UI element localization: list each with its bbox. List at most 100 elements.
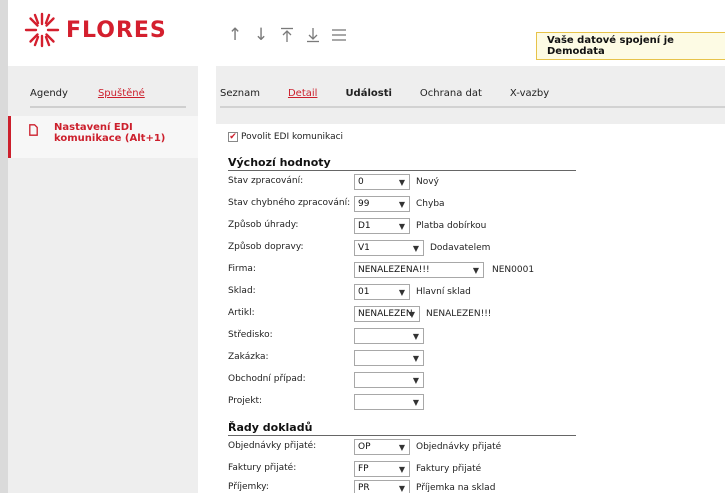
tab-x-vazby[interactable]: X-vazby [510,88,549,99]
chevron-down-icon: ▼ [398,443,405,452]
left-panel: Agendy Spuštěné Nastavení EDI komunikace… [8,66,198,493]
stav-zpracovani-select[interactable]: 0 ▼ [354,174,410,190]
field-label: Obchodní případ: [228,374,306,384]
objednavky-prijate-select[interactable]: OP ▼ [354,439,410,455]
arrow-to-bottom-icon[interactable] [300,24,326,46]
enable-edi-row: ✔ Povolit EDI komunikaci [228,132,343,142]
field-row: Středisko: ▼ [228,328,708,346]
chevron-down-icon: ▼ [472,266,479,275]
document-icon [29,124,38,136]
field-description: Hlavní sklad [416,287,471,297]
navigation-toolbar: ↑ ↓ [222,24,352,46]
field-label: Zakázka: [228,352,269,362]
field-label: Středisko: [228,330,273,340]
chevron-down-icon: ▼ [398,178,405,187]
detail-panel: Seznam Detail Události Ochrana dat X-vaz… [216,66,725,493]
select-value: NENALEZEN [358,309,413,319]
tab-ochrana-dat[interactable]: Ochrana dat [420,88,482,99]
prijemky-select[interactable]: PR ▼ [354,480,410,493]
checkmark-icon: ✔ [229,131,237,142]
data-connection-notice: Vaše datové spojení je Demodata [536,32,725,60]
field-label: Stav zpracování: [228,176,304,186]
chevron-down-icon: ▼ [398,484,405,493]
agenda-item-edi-settings[interactable]: Nastavení EDI komunikace (Alt+1) [8,116,198,158]
field-label: Sklad: [228,286,256,296]
tab-detail[interactable]: Detail [288,88,317,99]
projekt-select[interactable]: ▼ [354,394,424,410]
menu-icon[interactable] [326,24,352,46]
field-label: Způsob úhrady: [228,220,299,230]
chevron-down-icon: ▼ [398,288,405,297]
section-divider [228,435,576,436]
chevron-down-icon: ▼ [412,244,419,253]
sklad-select[interactable]: 01 ▼ [354,284,410,300]
agenda-item-label: Nastavení EDI komunikace (Alt+1) [54,122,166,144]
flores-logo: FLORES [24,12,167,48]
select-value: FP [358,464,369,474]
chevron-down-icon: ▼ [412,332,419,341]
left-tabs: Agendy Spuštěné [30,88,145,99]
field-description: Příjemka na sklad [416,483,496,493]
field-row: Obchodní případ: ▼ [228,372,708,390]
artikl-select[interactable]: NENALEZEN ▼ [354,306,420,322]
field-row: Zakázka: ▼ [228,350,708,368]
field-row: Projekt: ▼ [228,394,708,412]
section-title-defaults: Výchozí hodnoty [228,156,331,169]
chevron-down-icon: ▼ [398,200,405,209]
arrow-to-top-icon[interactable] [274,24,300,46]
field-row: Objednávky přijaté: OP ▼ Objednávky přija… [228,439,708,457]
field-row: Způsob dopravy: V1 ▼ Dodavatelem [228,240,708,258]
arrow-down-icon[interactable]: ↓ [248,24,274,46]
field-description: NENALEZEN!!! [426,309,492,319]
stredisko-select[interactable]: ▼ [354,328,424,344]
tab-seznam[interactable]: Seznam [220,88,260,99]
field-label: Způsob dopravy: [228,242,304,252]
arrow-up-icon[interactable]: ↑ [222,24,248,46]
section-divider [228,170,576,171]
field-description: Dodavatelem [430,243,491,253]
field-row: Artikl: NENALEZEN ▼ NENALEZEN!!! [228,306,708,324]
chevron-down-icon: ▼ [412,376,419,385]
field-label: Firma: [228,264,256,274]
panel-gap [198,66,216,493]
select-value: OP [358,442,371,452]
zakazka-select[interactable]: ▼ [354,350,424,366]
logo-wordmark: FLORES [66,17,167,43]
stav-chybneho-zpracovani-select[interactable]: 99 ▼ [354,196,410,212]
select-value: 99 [358,199,370,209]
detail-tabs: Seznam Detail Události Ochrana dat X-vaz… [220,88,577,99]
field-description: Chyba [416,199,445,209]
zpusob-dopravy-select[interactable]: V1 ▼ [354,240,424,256]
select-value: NENALEZENA!!! [358,265,430,275]
chevron-down-icon: ▼ [412,398,419,407]
obchodni-pripad-select[interactable]: ▼ [354,372,424,388]
field-label: Stav chybného zpracování: [228,198,351,208]
field-label: Objednávky přijaté: [228,441,317,451]
tab-udalosti[interactable]: Události [345,88,391,99]
edi-settings-form: ✔ Povolit EDI komunikaci Výchozí hodnoty… [216,124,725,493]
top-toolbar: FLORES ↑ ↓ Vaše datové spojení je Demoda… [0,0,725,66]
zpusob-uhrady-select[interactable]: D1 ▼ [354,218,410,234]
field-row: Příjemky: PR ▼ Příjemka na sklad [228,480,708,493]
enable-edi-label: Povolit EDI komunikaci [241,132,344,142]
enable-edi-checkbox[interactable]: ✔ [228,132,238,142]
field-label: Faktury přijaté: [228,463,297,473]
field-row: Způsob úhrady: D1 ▼ Platba dobírkou [228,218,708,236]
field-description: NEN0001 [492,265,535,275]
field-label: Projekt: [228,396,263,406]
select-value: D1 [358,221,371,231]
tab-agendy[interactable]: Agendy [30,88,68,99]
field-label: Artikl: [228,308,255,318]
chevron-down-icon: ▼ [398,222,405,231]
field-description: Objednávky přijaté [416,442,502,452]
left-tabs-divider [30,106,186,108]
flores-star-icon [24,12,60,48]
field-description: Faktury přijaté [416,464,482,474]
faktury-prijate-select[interactable]: FP ▼ [354,461,410,477]
field-description: Platba dobírkou [416,221,487,231]
field-row: Sklad: 01 ▼ Hlavní sklad [228,284,708,302]
chevron-down-icon: ▼ [398,465,405,474]
tab-spustene[interactable]: Spuštěné [98,88,145,99]
field-row: Stav zpracování: 0 ▼ Nový [228,174,708,192]
firma-select[interactable]: NENALEZENA!!! ▼ [354,262,484,278]
